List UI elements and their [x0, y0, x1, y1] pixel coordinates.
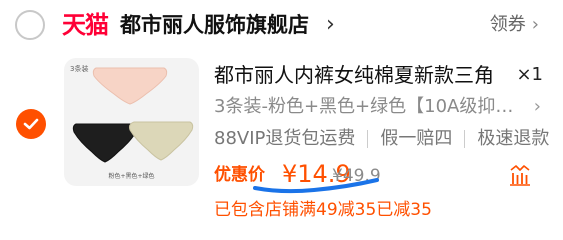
service-tag: 88VIP退货包运费	[214, 128, 356, 149]
store-select-checkbox[interactable]	[15, 10, 45, 40]
divider	[367, 130, 369, 148]
coupon-label: 领券	[489, 14, 526, 35]
store-name-link[interactable]: 都市丽人服饰旗舰店	[120, 8, 309, 42]
service-tag: 极速退款	[477, 128, 550, 149]
checkmark-icon	[23, 118, 39, 130]
quantity-label[interactable]: ×1	[516, 61, 543, 89]
get-coupon-button[interactable]: 领券 ›	[490, 10, 539, 40]
tmall-logo: 天猫	[62, 11, 109, 39]
product-thumbnail[interactable]: 3条装 粉色+黑色+绿色	[64, 58, 199, 186]
store-chevron-icon[interactable]: ›	[326, 9, 335, 41]
service-tags: 88VIP退货包运费 假一赔四 极速退款	[214, 125, 549, 153]
service-tag: 假一赔四	[380, 128, 453, 149]
item-select-checkbox[interactable]	[16, 109, 46, 139]
discount-bars-icon[interactable]	[507, 162, 533, 188]
promo-summary: 已包含店铺满49减35已减35	[214, 200, 432, 220]
thumbnail-caption: 粉色+黑色+绿色	[108, 173, 155, 180]
sku-selector[interactable]: 3条装-粉色+黑色+绿色【10A级抑…	[214, 93, 513, 121]
underwear-illustration	[72, 67, 194, 163]
annotation-underline	[253, 178, 379, 194]
divider	[464, 130, 466, 148]
sku-chevron-icon[interactable]: ›	[534, 93, 541, 121]
coupon-chevron-icon: ›	[531, 14, 539, 35]
product-title[interactable]: 都市丽人内裤女纯棉夏新款三角	[214, 60, 494, 90]
